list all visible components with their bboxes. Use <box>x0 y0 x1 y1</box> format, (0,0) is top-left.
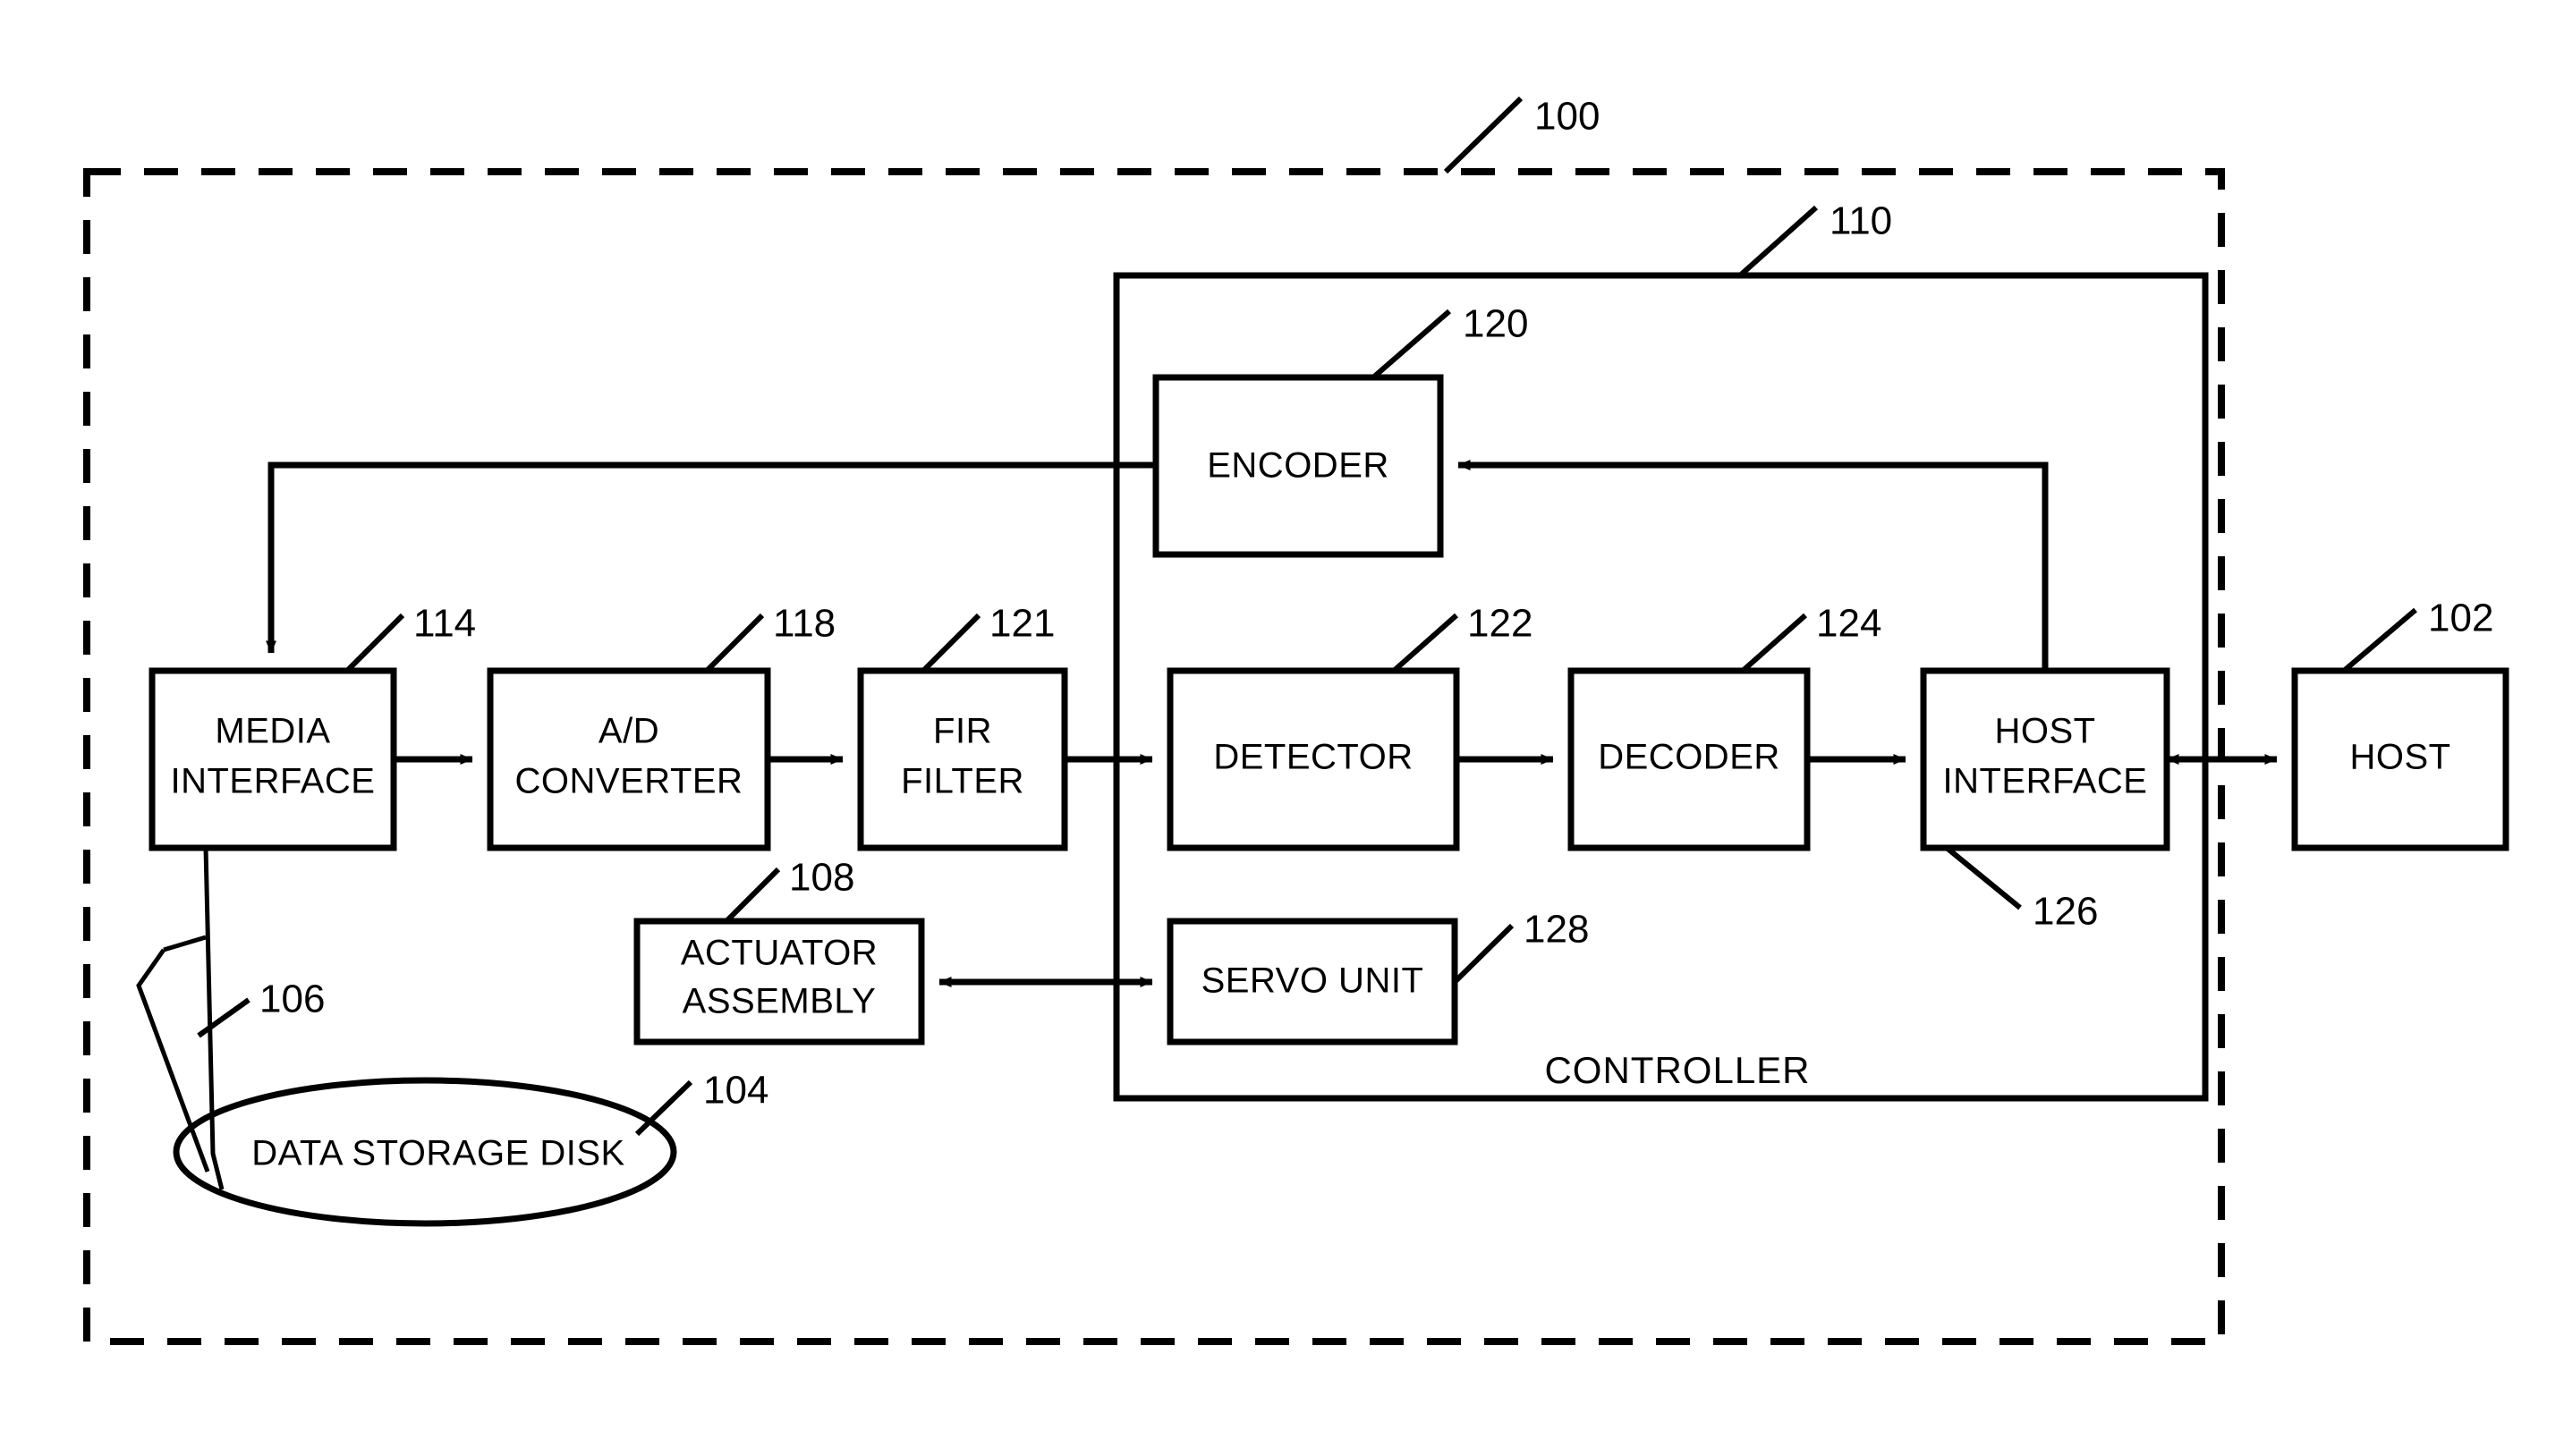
fir-filter-label-line1: FIR <box>933 712 992 751</box>
ad-converter-label-line2: CONVERTER <box>515 762 743 801</box>
leader-121 <box>921 613 981 673</box>
ref-number-124: 124 <box>1816 602 1881 646</box>
actuator-assembly-label-line2: ASSEMBLY <box>683 982 877 1021</box>
ref-number-114: 114 <box>413 602 476 646</box>
ref-number-106: 106 <box>259 978 325 1021</box>
leader-100 <box>1443 96 1524 174</box>
ref-number-108: 108 <box>789 856 854 900</box>
leader-106 <box>197 997 250 1038</box>
servo-unit-label: SERVO UNIT <box>1201 961 1424 1001</box>
leader-104 <box>634 1079 693 1137</box>
detector-label: DETECTOR <box>1213 738 1413 777</box>
decoder-label: DECODER <box>1598 738 1780 777</box>
controller-label: CONTROLLER <box>1544 1049 1810 1091</box>
ref-number-122: 122 <box>1467 602 1532 646</box>
figure-canvas: ENCODER MEDIA INTERFACE A/D CONVERTER FI… <box>0 0 2564 1456</box>
ref-number-120: 120 <box>1463 302 1528 346</box>
head-slider-shape <box>136 948 210 1172</box>
media-interface-label-line1: MEDIA <box>215 712 330 751</box>
encoder-label: ENCODER <box>1207 446 1389 486</box>
media-interface-label-line2: INTERFACE <box>171 762 376 801</box>
head-slider-top-edge <box>163 935 207 952</box>
host-interface-label-line1: HOST <box>1994 712 2095 751</box>
ref-number-104: 104 <box>703 1069 768 1113</box>
host-interface-box[interactable] <box>1920 667 2170 851</box>
ref-number-128: 128 <box>1524 908 1589 952</box>
leader-118 <box>704 613 765 673</box>
ref-number-126: 126 <box>2033 890 2098 934</box>
ref-number-100: 100 <box>1534 95 1600 139</box>
host-label: HOST <box>2349 738 2450 777</box>
leader-110 <box>1738 205 1818 278</box>
media-interface-box[interactable] <box>149 667 397 851</box>
ref-number-110: 110 <box>1830 199 1892 243</box>
ref-number-118: 118 <box>773 602 836 646</box>
fir-filter-label-line2: FILTER <box>901 762 1024 801</box>
ad-converter-box[interactable] <box>487 667 771 851</box>
leader-108 <box>724 867 781 924</box>
block-diagram: ENCODER MEDIA INTERFACE A/D CONVERTER FI… <box>83 95 2509 1345</box>
host-interface-label-line2: INTERFACE <box>1943 762 2148 801</box>
fir-filter-box[interactable] <box>857 667 1068 851</box>
ref-number-102: 102 <box>2428 597 2493 640</box>
leader-114 <box>344 613 405 673</box>
ref-number-121: 121 <box>989 602 1055 646</box>
ad-converter-label-line1: A/D <box>599 712 659 751</box>
leader-102 <box>2342 607 2417 673</box>
actuator-assembly-label-line1: ACTUATOR <box>681 934 878 973</box>
data-storage-disk-label: DATA STORAGE DISK <box>251 1134 624 1173</box>
